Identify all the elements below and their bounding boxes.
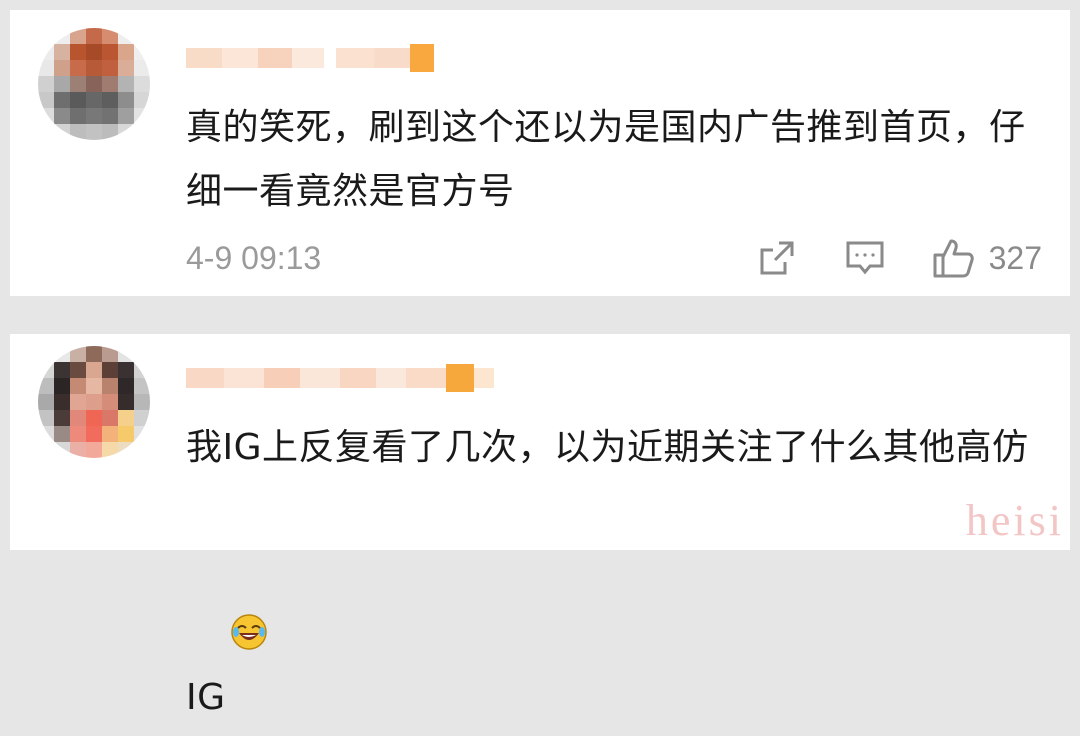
comment-text-content: 我IG上反复看了几次，以为近期关注了什么其他高仿IG xyxy=(186,427,1029,718)
thumbs-up-icon[interactable] xyxy=(931,236,975,280)
comment-icon[interactable] xyxy=(843,236,887,280)
username-redacted[interactable] xyxy=(186,358,494,398)
username-redacted[interactable] xyxy=(186,38,434,78)
share-icon[interactable] xyxy=(755,236,799,280)
comment-card: 真的笑死，刷到这个还以为是国内广告推到首页，仔细一看竟然是官方号 4-9 09:… xyxy=(10,10,1070,296)
watermark: heisi xyxy=(965,496,1064,545)
comment-card: 我IG上反复看了几次，以为近期关注了什么其他高仿IG xyxy=(10,334,1070,718)
timestamp: 4-9 09:13 xyxy=(186,239,322,276)
comment-text: 真的笑死，刷到这个还以为是国内广告推到首页，仔细一看竟然是官方号 xyxy=(186,107,1026,212)
avatar[interactable] xyxy=(38,346,150,458)
avatar[interactable] xyxy=(38,28,150,140)
like-count: 327 xyxy=(988,239,1042,276)
laughing-crying-emoji-icon xyxy=(230,480,268,650)
comment-meta: 4-9 09:13 327 xyxy=(186,234,1042,282)
comment-text: 我IG上反复看了几次，以为近期关注了什么其他高仿IG xyxy=(186,416,1036,730)
